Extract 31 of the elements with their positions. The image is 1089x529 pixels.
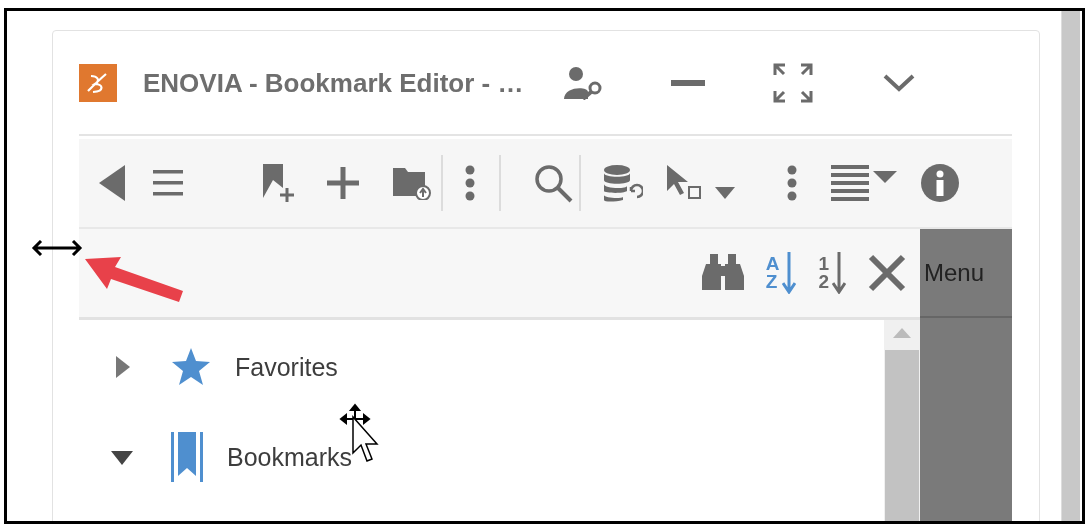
- star-icon: [171, 348, 211, 386]
- back-icon[interactable]: [99, 165, 125, 201]
- list-view-icon[interactable]: [831, 165, 899, 201]
- tree-item[interactable]: Favorites: [79, 322, 884, 412]
- chevron-down-icon[interactable]: [883, 74, 916, 92]
- sort-numeric-button[interactable]: 1 2: [818, 252, 846, 294]
- database-refresh-icon[interactable]: [603, 164, 643, 202]
- folder-upload-icon[interactable]: [393, 166, 431, 200]
- tree-item[interactable]: Bookmarks: [79, 412, 884, 502]
- page-scrollbar[interactable]: [1061, 11, 1080, 521]
- fullscreen-icon[interactable]: [773, 63, 814, 103]
- window-title: ENOVIA - Bookmark Editor - …: [143, 67, 524, 99]
- add-bookmark-icon[interactable]: [261, 164, 297, 202]
- resize-cursor-icon: [31, 240, 83, 256]
- bookmark-icon: [171, 432, 203, 482]
- binoculars-icon[interactable]: [701, 254, 744, 292]
- minimize-icon[interactable]: [671, 80, 706, 86]
- more-icon[interactable]: [465, 165, 475, 201]
- logo-icon: [79, 64, 117, 102]
- tree-item-label: Favorites: [235, 352, 338, 382]
- search-icon[interactable]: [533, 163, 573, 203]
- user-key-icon[interactable]: [563, 66, 604, 100]
- info-icon[interactable]: [921, 164, 959, 202]
- close-icon[interactable]: [868, 254, 906, 292]
- menu-label[interactable]: Menu: [920, 229, 1012, 318]
- menu-icon[interactable]: [153, 168, 183, 198]
- add-icon[interactable]: [327, 167, 359, 199]
- scrollbar[interactable]: [884, 320, 920, 521]
- more-icon[interactable]: [787, 165, 797, 201]
- tree-item-label: Bookmarks: [227, 442, 353, 472]
- sort-alphabetical-button[interactable]: A Z: [765, 252, 797, 294]
